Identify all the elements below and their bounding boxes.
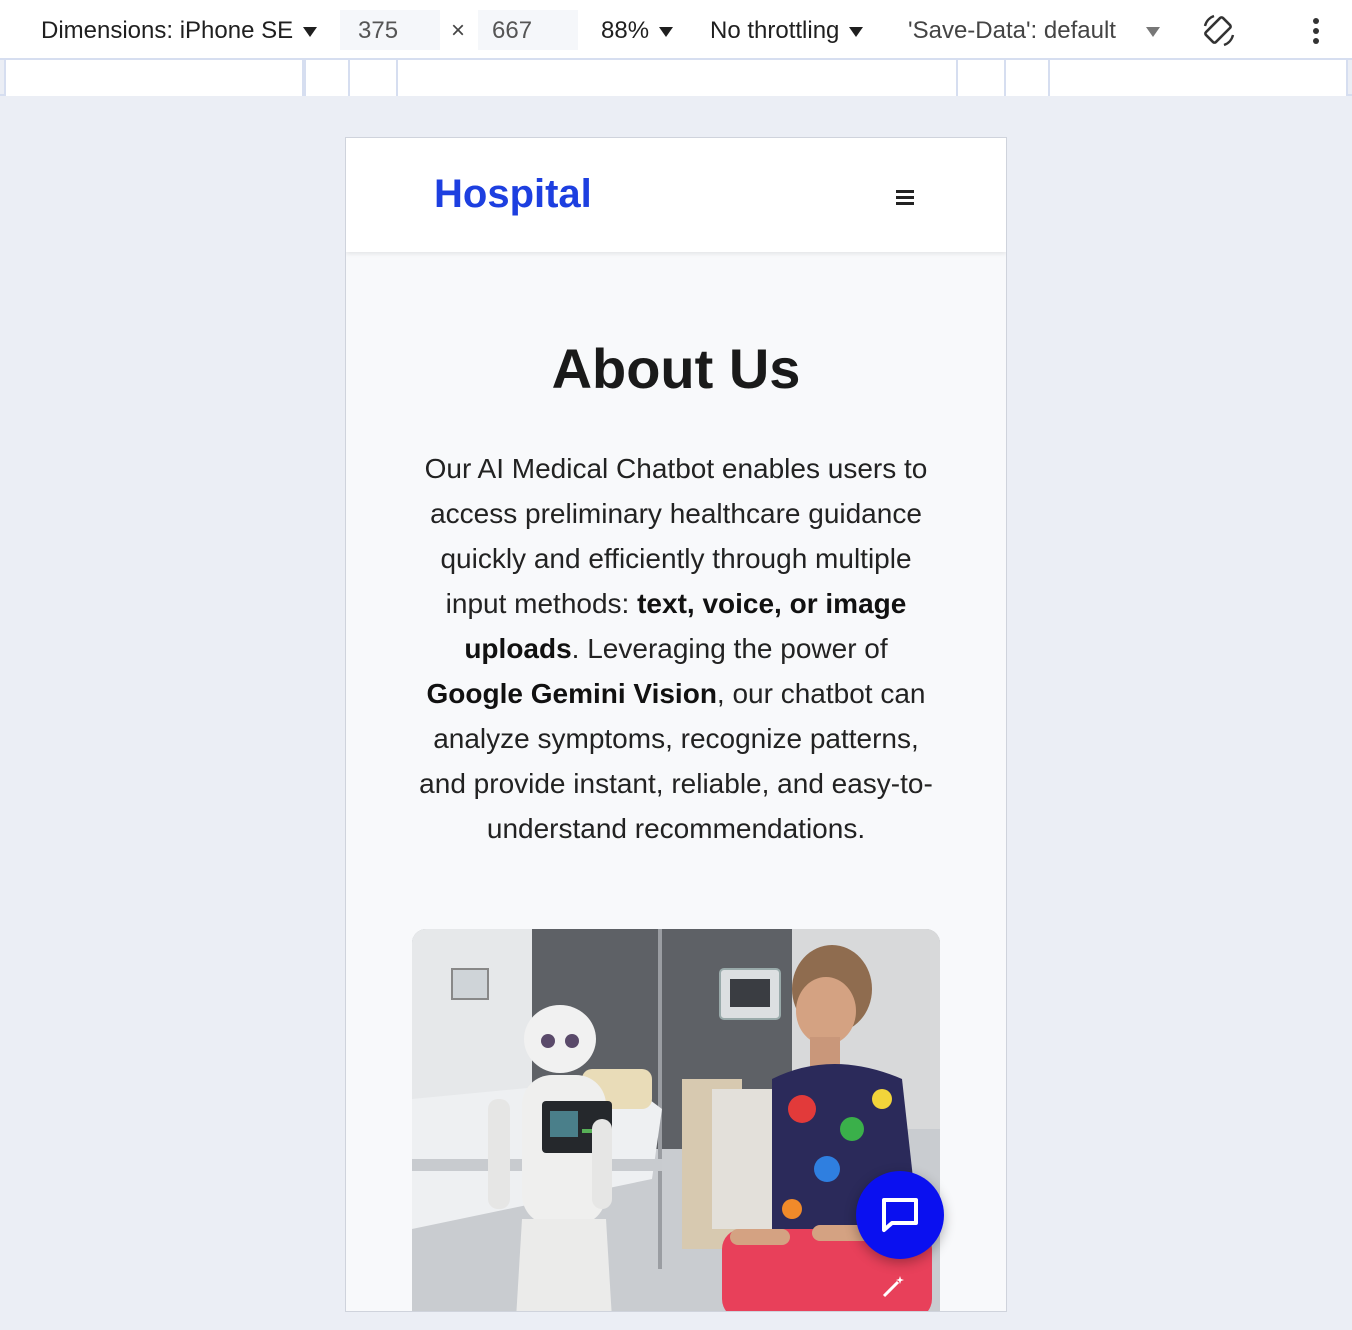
page-title: About Us xyxy=(551,337,801,400)
media-query-segment[interactable] xyxy=(1004,60,1050,96)
chat-bubble-icon xyxy=(882,1198,918,1232)
zoom-dropdown[interactable]: 88% xyxy=(601,14,674,48)
brand-logo[interactable]: Hospital xyxy=(434,172,592,217)
hamburger-icon[interactable] xyxy=(896,190,914,205)
media-query-segment[interactable] xyxy=(4,60,304,96)
height-input[interactable]: 667 xyxy=(492,14,532,48)
device-toolbar: Dimensions: iPhone SE 375 × 667 88% No t… xyxy=(0,0,1352,58)
chevron-down-icon xyxy=(849,26,864,37)
media-query-segment[interactable] xyxy=(304,60,350,96)
device-viewport: Hospital About Us Our AI Medical Chatbot… xyxy=(345,137,1007,1312)
about-text-bold: Google Gemini Vision xyxy=(426,678,717,709)
save-data-dropdown[interactable]: 'Save-Data': default xyxy=(908,14,1160,48)
chat-button[interactable] xyxy=(856,1171,944,1259)
times-icon: × xyxy=(451,17,466,44)
zoom-label: 88% xyxy=(601,17,650,44)
chevron-down-icon xyxy=(659,26,674,37)
site-navbar: Hospital xyxy=(346,138,1006,252)
throttling-label: No throttling xyxy=(710,17,840,44)
media-query-segment[interactable] xyxy=(956,60,1006,96)
media-query-segment[interactable] xyxy=(348,60,398,96)
about-paragraph: Our AI Medical Chatbot enables users to … xyxy=(416,446,936,851)
rotate-icon[interactable] xyxy=(1200,12,1238,50)
save-data-label: 'Save-Data': default xyxy=(908,17,1116,44)
robot-patient-photo xyxy=(412,929,940,1311)
media-query-segment[interactable] xyxy=(1048,60,1348,96)
more-vertical-icon[interactable] xyxy=(1306,16,1326,46)
chevron-down-icon xyxy=(1145,26,1160,37)
throttling-dropdown[interactable]: No throttling xyxy=(710,14,864,48)
dimensions-label: Dimensions: iPhone SE xyxy=(41,17,294,44)
magic-wand-icon[interactable] xyxy=(880,1274,906,1300)
chevron-down-icon xyxy=(303,26,318,37)
width-input[interactable]: 375 xyxy=(358,14,398,48)
media-query-bar xyxy=(0,58,1352,96)
dimensions-dropdown[interactable]: Dimensions: iPhone SE xyxy=(41,14,318,48)
media-query-segment[interactable] xyxy=(396,60,958,96)
about-text: . Leveraging the power of xyxy=(571,633,888,664)
